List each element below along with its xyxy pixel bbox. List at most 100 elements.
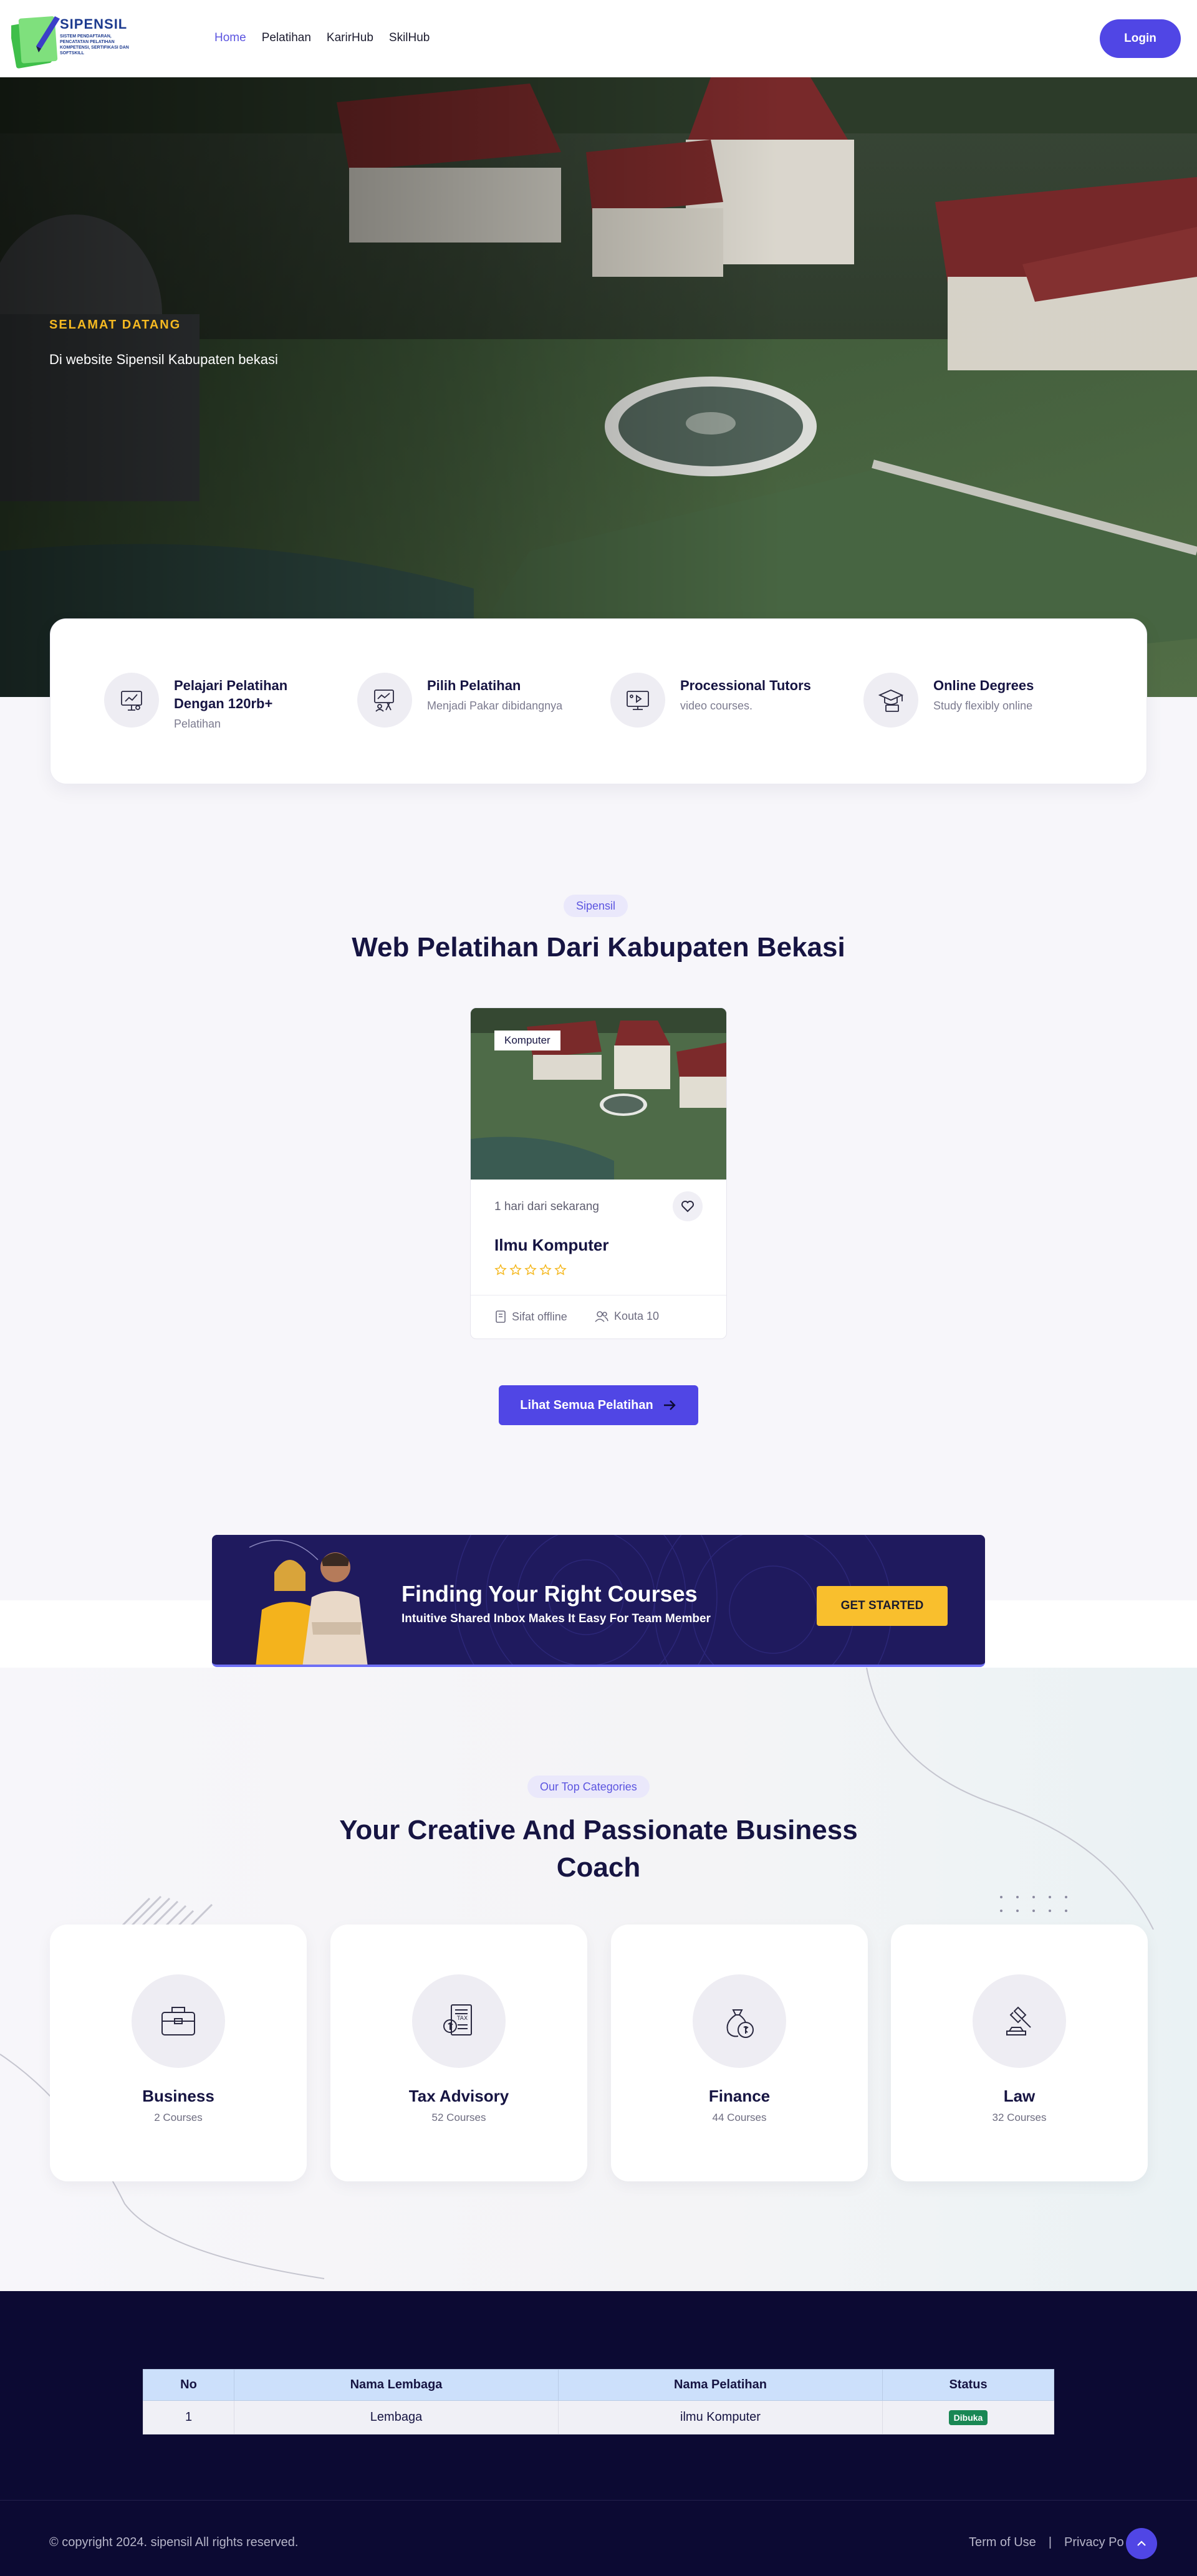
view-all-courses-button[interactable]: Lihat Semua Pelatihan <box>499 1385 698 1425</box>
star-icon <box>509 1264 522 1276</box>
money-bag-icon <box>693 1974 786 2068</box>
copyright-text: © copyright 2024. sipensil All rights re… <box>49 2535 299 2549</box>
course-title[interactable]: Ilmu Komputer <box>494 1236 608 1255</box>
table-header-pelatihan: Nama Pelatihan <box>558 2369 883 2401</box>
svg-text:TAX: TAX <box>456 2016 468 2022</box>
category-card-finance[interactable]: Finance 44 Courses <box>611 1925 868 2181</box>
feature-subtitle: Menjadi Pakar dibidangnya <box>427 699 563 712</box>
category-name: Tax Advisory <box>408 2087 509 2105</box>
site-header: SIPENSIL SISTEM PENDAFTARAN, PENCATATAN … <box>0 0 1197 77</box>
categories-pill: Our Top Categories <box>527 1776 650 1798</box>
course-meta-quota: Kouta 10 <box>594 1310 659 1323</box>
table-header-lembaga: Nama Lembaga <box>234 2369 559 2401</box>
video-tutor-icon <box>610 673 665 728</box>
site-logo[interactable]: SIPENSIL SISTEM PENDAFTARAN, PENCATATAN … <box>9 9 130 69</box>
nav-karirhub[interactable]: KarirHub <box>327 31 373 45</box>
features-panel: Pelajari Pelatihan Dengan 120rb+ Pelatih… <box>50 618 1147 784</box>
course-meta-type: Sifat offline <box>494 1310 567 1324</box>
feature-subtitle: Pelatihan <box>174 718 221 730</box>
star-icon <box>554 1264 567 1276</box>
feature-item: Processional Tutors video courses. <box>610 673 811 728</box>
cell-lembaga: Lembaga <box>234 2400 559 2434</box>
category-card-business[interactable]: Business 2 Courses <box>50 1925 307 2181</box>
feature-item: Online Degrees Study flexibly online <box>863 673 1034 728</box>
cell-no: 1 <box>143 2400 234 2434</box>
hero-kicker: SELAMAT DATANG <box>49 318 181 332</box>
categories-title-line1: Your Creative And Passionate Business <box>339 1815 858 1845</box>
favorite-button[interactable] <box>673 1191 703 1221</box>
categories-title: Your Creative And Passionate Business Co… <box>0 1812 1197 1886</box>
arrow-right-icon <box>663 1400 676 1410</box>
star-icon <box>539 1264 552 1276</box>
feature-title: Online Degrees <box>933 678 1034 693</box>
get-started-button[interactable]: GET STARTED <box>817 1586 948 1626</box>
footer-links: Term of Use | Privacy Po <box>969 2535 1124 2550</box>
nav-skilhub[interactable]: SkilHub <box>389 31 430 45</box>
category-card-tax-advisory[interactable]: TAX Tax Advisory 52 Courses <box>330 1925 587 2181</box>
book-icon <box>496 1310 506 1323</box>
course-category-tag: Komputer <box>494 1031 560 1050</box>
hero-overlay <box>0 77 1197 697</box>
hero-text: Di website Sipensil Kabupaten bekasi <box>49 352 278 367</box>
terms-link[interactable]: Term of Use <box>969 2535 1036 2550</box>
logo-title: SIPENSIL <box>60 16 128 32</box>
table-header-no: No <box>143 2369 234 2401</box>
star-icon <box>524 1264 537 1276</box>
category-count: 2 Courses <box>154 2112 203 2123</box>
tax-document-icon: TAX <box>412 1974 506 2068</box>
login-button[interactable]: Login <box>1100 19 1181 58</box>
briefcase-icon <box>132 1974 225 2068</box>
category-name: Law <box>1003 2087 1036 2105</box>
graduation-icon <box>863 673 918 728</box>
feature-title: Pilih Pelatihan <box>427 678 521 693</box>
category-count: 52 Courses <box>431 2112 486 2123</box>
presentation-icon <box>104 673 159 728</box>
status-badge: Dibuka <box>948 2410 988 2425</box>
feature-item: Pelajari Pelatihan Dengan 120rb+ Pelatih… <box>104 673 311 731</box>
banner-title: Finding Your Right Courses <box>401 1581 698 1607</box>
feature-subtitle: Study flexibly online <box>933 699 1033 712</box>
section-pill: Sipensil <box>564 895 628 917</box>
nav-pelatihan[interactable]: Pelatihan <box>262 31 311 45</box>
category-name: Finance <box>708 2087 771 2105</box>
banner-subtitle: Intuitive Shared Inbox Makes It Easy For… <box>401 1612 711 1625</box>
heart-icon <box>681 1201 694 1213</box>
teacher-board-icon <box>357 673 412 728</box>
course-card[interactable]: Komputer 1 hari dari sekarang Ilmu Kompu… <box>470 1007 727 1339</box>
category-name: Business <box>142 2087 214 2105</box>
course-type: Sifat offline <box>512 1310 567 1323</box>
feature-title: Pelajari Pelatihan Dengan 120rb+ <box>174 678 288 711</box>
nav-home[interactable]: Home <box>214 31 246 45</box>
link-separator: | <box>1048 2535 1052 2549</box>
privacy-link[interactable]: Privacy Po <box>1064 2535 1124 2550</box>
chevron-up-icon <box>1137 2540 1146 2546</box>
banner-people-image <box>256 1552 368 1665</box>
category-count: 32 Courses <box>992 2112 1047 2123</box>
scroll-to-top-button[interactable] <box>1126 2528 1157 2559</box>
category-count: 44 Courses <box>712 2112 767 2123</box>
feature-title: Processional Tutors <box>680 678 811 693</box>
site-footer: No Nama Lembaga Nama Pelatihan Status 1 … <box>0 2291 1197 2576</box>
view-all-label: Lihat Semua Pelatihan <box>520 1398 653 1412</box>
feature-subtitle: video courses. <box>680 699 753 712</box>
cell-pelatihan: ilmu Komputer <box>558 2400 883 2434</box>
table-row: 1 Lembaga ilmu Komputer Dibuka <box>143 2400 1054 2434</box>
star-icon <box>494 1264 507 1276</box>
feature-item: Pilih Pelatihan Menjadi Pakar dibidangny… <box>357 673 562 728</box>
promo-banner: Finding Your Right Courses Intuitive Sha… <box>212 1535 985 1667</box>
table-header-row: No Nama Lembaga Nama Pelatihan Status <box>143 2369 1054 2401</box>
section-title: Web Pelatihan Dari Kabupaten Bekasi <box>352 932 845 963</box>
course-quota: Kouta 10 <box>614 1310 660 1322</box>
cell-status: Dibuka <box>882 2400 1054 2434</box>
training-table: No Nama Lembaga Nama Pelatihan Status 1 … <box>143 2369 1054 2434</box>
gavel-icon <box>973 1974 1066 2068</box>
logo-subtitle: SISTEM PENDAFTARAN, PENCATATAN PELATIHAN… <box>60 34 129 55</box>
course-time: 1 hari dari sekarang <box>494 1200 599 1213</box>
category-card-law[interactable]: Law 32 Courses <box>891 1925 1148 2181</box>
hero-section: SELAMAT DATANG Di website Sipensil Kabup… <box>0 77 1197 697</box>
users-icon <box>595 1310 608 1322</box>
categories-title-line2: Coach <box>556 1852 641 1883</box>
footer-divider <box>0 2500 1197 2501</box>
table-header-status: Status <box>882 2369 1054 2401</box>
main-nav: Home Pelatihan KarirHub SkilHub <box>214 31 430 45</box>
